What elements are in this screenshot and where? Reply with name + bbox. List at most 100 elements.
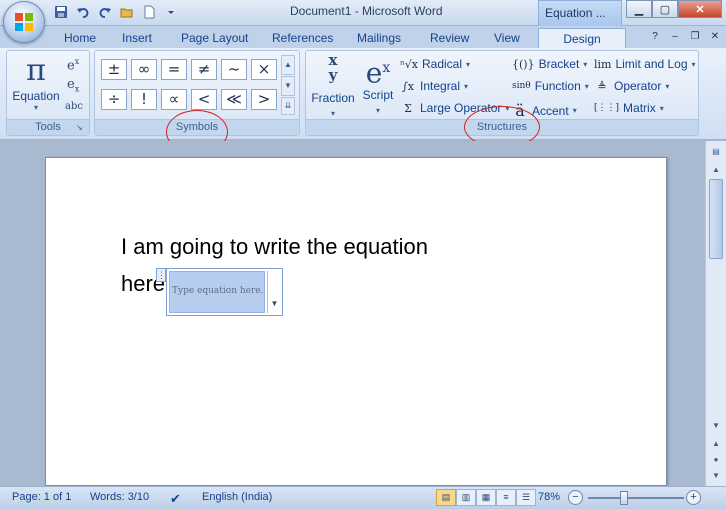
matrix-button[interactable]: [⋮⋮] Matrix ▾ [594,101,664,115]
equation-drag-handle[interactable]: ⋮ [156,268,166,282]
zoom-slider-knob[interactable] [620,491,628,505]
office-button[interactable] [3,1,45,43]
accent-button[interactable]: ä Accent ▾ [512,101,576,120]
page-count[interactable]: Page: 1 of 1 [12,491,71,503]
tab-design[interactable]: Design [538,28,626,48]
word-count[interactable]: Words: 3/10 [90,491,149,503]
web-layout-icon[interactable]: ▦ [476,489,496,506]
normal-text-icon[interactable]: abc [65,101,83,112]
bracket-button[interactable]: {()} Bracket ▾ [512,57,587,71]
symbol-less-than[interactable]: < [191,89,217,110]
integral-button[interactable]: ∫x Integral ▾ [400,79,468,93]
close-icon[interactable]: ✕ [678,0,722,18]
equation-button[interactable]: π Equation ▾ [11,53,61,112]
symbol-much-less-than[interactable]: ≪ [221,89,247,110]
more-symbols-icon[interactable]: ⇊ [281,97,295,115]
tab-insert[interactable]: Insert [122,28,152,48]
integral-label: Integral [420,79,461,93]
new-icon[interactable] [140,3,158,21]
limit-log-button[interactable]: lim Limit and Log ▾ [594,57,696,71]
undo-icon[interactable] [74,3,92,21]
symbol-tilde[interactable]: ~ [221,59,247,80]
maximize-icon[interactable]: ▢ [652,0,678,18]
language-indicator[interactable]: English (India) [202,491,272,503]
full-screen-reading-icon[interactable]: ▥ [456,489,476,506]
tab-review[interactable]: Review [430,28,469,48]
mdi-restore-icon[interactable]: ❐ [688,30,702,44]
pi-icon: π [26,53,46,88]
scroll-thumb[interactable] [709,179,723,259]
radical-button[interactable]: ⁿ√x Radical ▾ [400,57,470,71]
scroll-down-icon[interactable]: ▼ [281,76,295,96]
function-button[interactable]: sinθ Function ▾ [512,79,589,93]
help-icon[interactable]: ? [648,30,662,44]
script-button[interactable]: ex Script ▾ [358,53,398,116]
zoom-in-icon[interactable]: + [686,490,701,505]
ribbon-tabs: Home Insert Page Layout References Maili… [0,26,726,48]
redo-icon[interactable] [96,3,114,21]
symbol-divide[interactable]: ÷ [101,89,127,110]
accent-label: Accent [532,103,569,118]
tab-home[interactable]: Home [64,28,96,48]
mdi-minimize-icon[interactable]: – [668,30,682,44]
equation-input[interactable]: Type equation here. [169,271,265,313]
document-text-line-1[interactable]: I am going to write the equation [121,234,428,260]
select-browse-object-icon[interactable]: ● [708,453,724,467]
vertical-scrollbar[interactable]: ▤ ▲ ▼ ▲ ● ▼ [705,141,726,486]
customize-icon[interactable] [162,3,180,21]
tab-view[interactable]: View [494,28,520,48]
quick-access-toolbar [52,3,180,21]
mdi-controls: ? – ❐ ✕ [648,30,722,44]
ruler-toggle-icon[interactable]: ▤ [708,145,724,159]
symbol-equals[interactable]: = [161,59,187,80]
window-controls: ▁ ▢ ✕ [626,0,722,18]
equation-options-icon[interactable]: ▼ [267,271,281,313]
scroll-up-icon[interactable]: ▲ [708,163,724,177]
document-page[interactable] [45,157,667,486]
minimize-icon[interactable]: ▁ [626,0,652,18]
radical-label: Radical [421,57,463,71]
linear-format-icon[interactable]: ex [67,77,79,94]
proofing-icon[interactable]: ✔ [170,491,181,507]
zoom-level[interactable]: 78% [538,491,560,503]
tab-mailings[interactable]: Mailings [357,28,401,48]
bracket-icon: {()} [512,57,535,71]
scroll-down-icon[interactable]: ▼ [708,419,724,433]
chevron-down-icon: ▾ [691,59,696,69]
large-operator-button[interactable]: Σ Large Operator ▾ [400,101,509,115]
tools-group: π Equation ▾ ex ex abc Tools ↘ [6,50,90,136]
equation-container[interactable]: Type equation here. ▼ [166,268,283,316]
operator-icon: ≜ [597,79,607,93]
tab-references[interactable]: References [272,28,333,48]
operator-button[interactable]: ≜ Operator ▾ [594,79,669,93]
chevron-down-icon: ▾ [659,103,664,113]
outline-view-icon[interactable]: ≡ [496,489,516,506]
next-page-icon[interactable]: ▼ [708,469,724,483]
mdi-close-icon[interactable]: ✕ [708,30,722,44]
symbol-infinity[interactable]: ∞ [131,59,157,80]
professional-format-icon[interactable]: ex [67,57,79,73]
dialog-launcher-icon[interactable]: ↘ [76,123,86,133]
chevron-down-icon: ▾ [33,103,38,112]
fraction-icon: xy [328,51,338,84]
matrix-label: Matrix [623,101,656,115]
symbol-factorial[interactable]: ! [131,89,157,110]
previous-page-icon[interactable]: ▲ [708,437,724,451]
symbol-times[interactable]: × [251,59,277,80]
save-icon[interactable] [52,3,70,21]
draft-view-icon[interactable]: ☰ [516,489,536,506]
symbol-plus-minus[interactable]: ± [101,59,127,80]
fraction-button[interactable]: xy Fraction ▾ [310,53,356,119]
print-layout-icon[interactable]: ▤ [436,489,456,506]
symbol-greater-than[interactable]: > [251,89,277,110]
zoom-slider[interactable] [588,497,684,499]
open-icon[interactable] [118,3,136,21]
tab-page-layout[interactable]: Page Layout [181,28,248,48]
chevron-down-icon: ▾ [505,103,510,113]
symbol-proportional[interactable]: ∝ [161,89,187,110]
large-operator-label: Large Operator [420,101,502,115]
symbol-not-equal[interactable]: ≠ [191,59,217,80]
ribbon: π Equation ▾ ex ex abc Tools ↘ ± ∞ = ≠ ~… [0,48,726,140]
zoom-out-icon[interactable]: − [568,490,583,505]
scroll-up-icon[interactable]: ▲ [281,55,295,75]
